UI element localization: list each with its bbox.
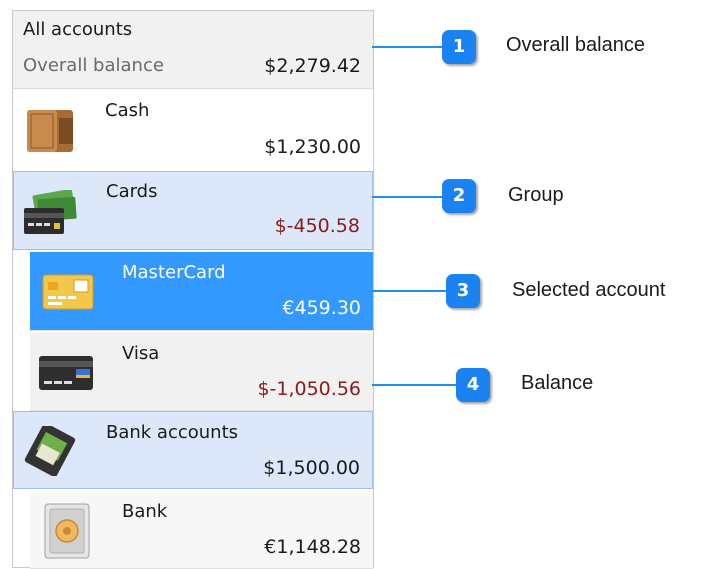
- callout-label-overall-balance: Overall balance: [506, 34, 645, 56]
- group-name: Cards: [106, 181, 158, 202]
- callout-label-balance: Balance: [521, 372, 594, 394]
- callout-label-selected-account: Selected account: [512, 279, 666, 301]
- account-balance: €1,148.28: [264, 536, 361, 558]
- account-balance: $-1,050.56: [257, 378, 361, 400]
- group-item-cards[interactable]: Cards $-450.58: [13, 171, 373, 250]
- callout-line-4: [372, 384, 458, 386]
- callout-badge-1: 1: [442, 30, 476, 64]
- bank-accounts-icon: [24, 426, 76, 476]
- cards-group-icon: [24, 190, 77, 234]
- callout-line-3: [372, 290, 448, 292]
- visa-card-icon: [39, 356, 93, 390]
- group-balance: $1,500.00: [263, 457, 360, 479]
- callout-badge-2: 2: [442, 179, 476, 213]
- group-name: Bank accounts: [106, 422, 239, 443]
- account-item-cash[interactable]: Cash $1,230.00: [13, 90, 373, 170]
- all-accounts-title: All accounts: [23, 19, 133, 40]
- account-name: Bank: [122, 501, 168, 522]
- callout-line-2: [372, 196, 444, 198]
- account-item-mastercard[interactable]: MasterCard €459.30: [30, 252, 373, 331]
- account-balance: €459.30: [282, 297, 361, 319]
- account-balance: $1,230.00: [264, 136, 361, 158]
- wallet-icon: [27, 110, 73, 152]
- safe-icon: [44, 503, 90, 559]
- callout-badge-3: 3: [446, 274, 480, 308]
- account-item-visa[interactable]: Visa $-1,050.56: [30, 333, 373, 411]
- group-item-bank-accounts[interactable]: Bank accounts $1,500.00: [13, 411, 373, 489]
- overall-balance-amount: $2,279.42: [264, 55, 361, 77]
- accounts-panel: All accounts Overall balance $2,279.42 C…: [12, 10, 374, 569]
- account-name: MasterCard: [122, 262, 226, 283]
- callout-badge-4: 4: [456, 368, 490, 402]
- callout-line-1: [372, 46, 444, 48]
- account-item-bank[interactable]: Bank €1,148.28: [30, 491, 373, 569]
- all-accounts-header[interactable]: All accounts Overall balance $2,279.42: [13, 11, 373, 89]
- callout-label-group: Group: [508, 184, 564, 206]
- overall-balance-label: Overall balance: [23, 55, 164, 76]
- account-name: Visa: [122, 343, 160, 364]
- mastercard-icon: [42, 274, 94, 310]
- group-balance: $-450.58: [274, 215, 360, 237]
- account-name: Cash: [105, 100, 150, 121]
